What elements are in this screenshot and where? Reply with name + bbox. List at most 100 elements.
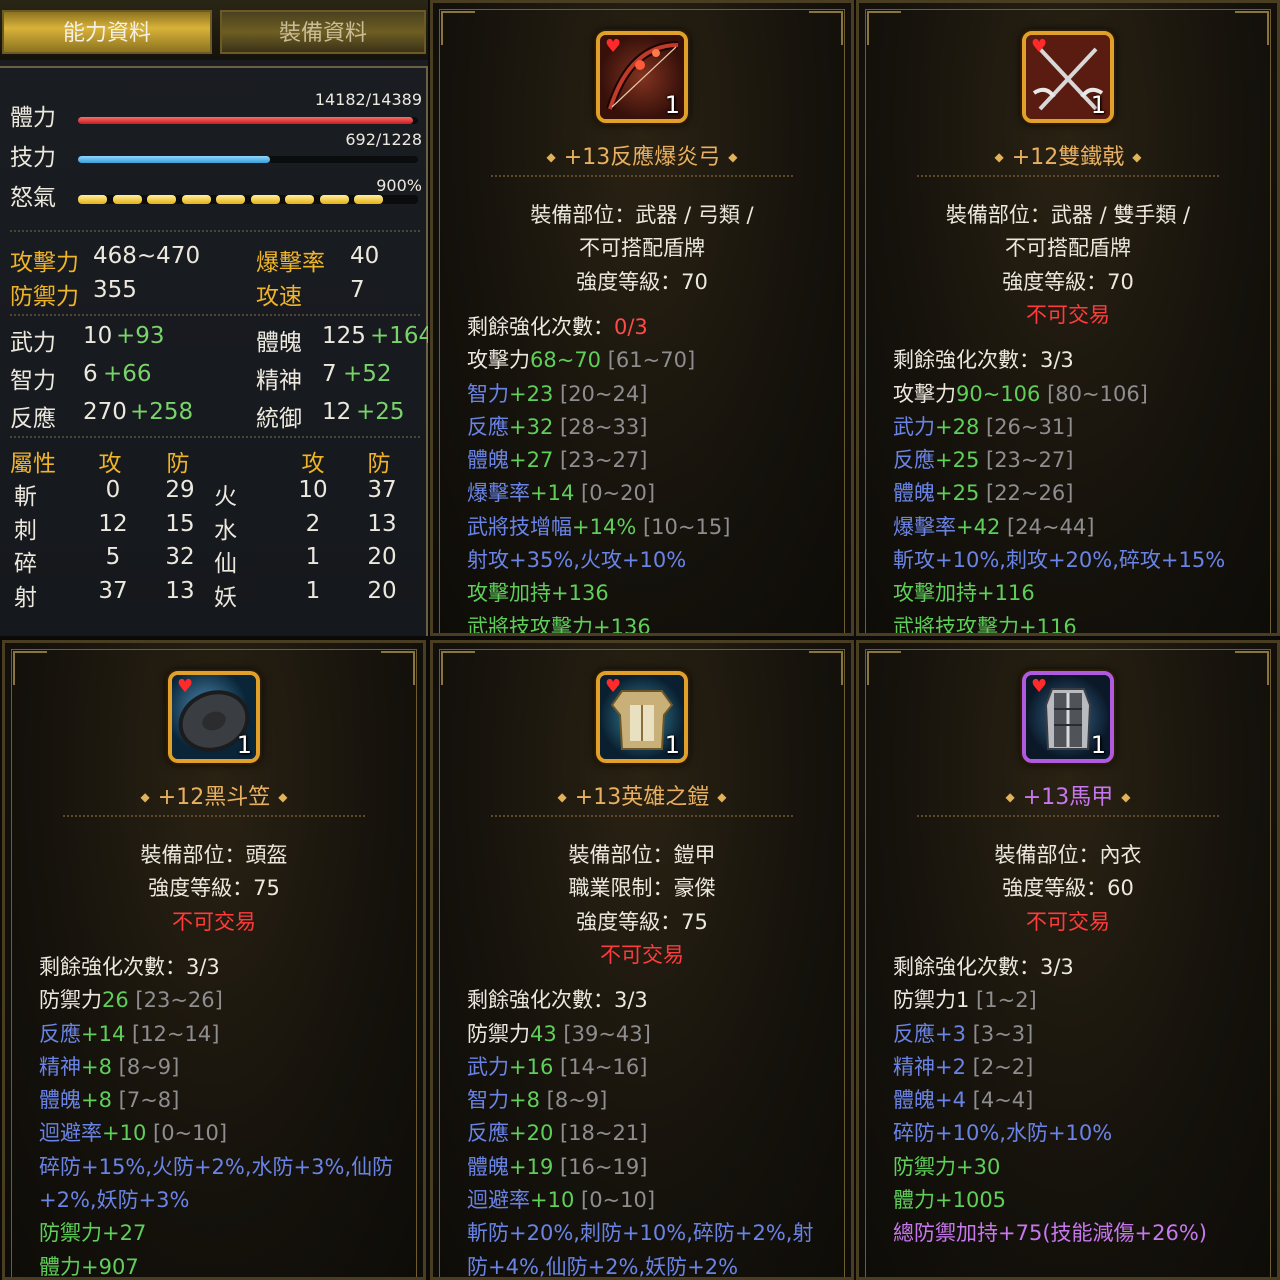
element-def: 20 [367,544,397,570]
element-name: 水 [214,517,237,544]
stat-line: 防禦力+30 [893,1151,1000,1181]
element-def: 29 [165,477,195,503]
element-def: 13 [165,577,195,604]
stat-line: 攻擊力68~70 [61~70] [467,344,695,374]
stat-line: 總防禦加持+75(技能減傷+26%) [893,1217,1207,1247]
stat-segment: +19 [509,1154,554,1179]
element-header-def: 防 [166,451,190,477]
stat-segment: 武將技攻擊力+136 [467,614,651,636]
stat-segment: +25 [935,481,980,506]
stat-segment: 智力 [467,381,509,406]
element-name: 斬 [14,484,37,510]
heart-icon: ♥ [177,676,194,697]
rage-segment [250,195,280,204]
rage-segment [181,195,211,204]
stat-segment: 體魄 [39,1088,81,1113]
stat-line: 武力+16 [14~16] [467,1051,647,1081]
stat-segment: 攻擊加持+116 [893,581,1035,606]
stat-line: 精神+8 [8~9] [39,1051,179,1081]
tab-equipment-info[interactable]: 裝備資料 [220,10,426,54]
element-header-atk: 攻 [301,451,325,477]
attack-label: 攻擊力 [10,250,79,276]
attr-bonus: +52 [343,361,392,387]
stat-segment: 體力+1005 [893,1188,1007,1212]
attack-value: 468~470 [93,243,201,269]
stat-line: 攻擊加持+136 [467,577,609,607]
mp-label: 技力 [10,145,56,171]
stat-line: 智力+8 [8~9] [467,1084,607,1114]
stat-segment: 斬防+20%,刺防+10%,碎防+2%,射 [467,1221,814,1246]
crit-label: 爆擊率 [256,250,325,276]
heart-icon: ♥ [605,36,622,57]
attr-label: 智力 [10,368,56,394]
stat-segment: 斬攻+10%,刺攻+20%,碎攻+15% [893,548,1226,572]
stat-segment: 武力 [893,414,935,439]
diamond-icon: ◆ [1132,150,1142,164]
divider [917,815,1219,817]
item-name: ◆ +13反應爆炎弓 ◆ [433,139,851,171]
item-card: ♥ 1 ◆ +13英雄之鎧 ◆ 裝備部位：鎧甲 職業限制：豪傑 強度等級：75 不可交易剩… [430,640,854,1280]
frame-corner [809,11,843,45]
rage-segment [319,195,349,204]
element-atk: 1 [305,577,321,604]
frame-corner [441,651,475,685]
stat-line: 防禦力26 [23~26] [39,984,223,1014]
rage-segment [216,195,245,204]
stat-line: 剩餘強化次數：3/3 [893,951,1074,981]
stat-line: 體魄+19 [16~19] [467,1151,647,1181]
element-atk: 0 [105,477,121,503]
item-slot[interactable]: ♥ 1 [596,671,688,763]
item-card: ♥ 1 ◆ +12黑斗笠 ◆ 裝備部位：頭盔 強度等級：75 不可交易 剩餘強化次數：3/… [2,640,426,1280]
rage-segment [78,195,107,204]
attr-label: 反應 [10,406,56,432]
stat-segment: +23 [509,381,554,406]
stat-segment: 剩餘強化次數： [467,314,614,339]
stat-segment: 碎防+10%,水防+10% [893,1121,1113,1146]
stat-line: 體魄+25 [22~26] [893,477,1073,507]
heart-icon: ♥ [605,676,622,697]
attr-bonus: +25 [356,399,405,425]
element-name: 妖 [214,584,237,611]
stat-segment: [8~9] [539,1088,608,1113]
hp-value: 14182/14389 [314,90,422,109]
stat-segment: +32 [509,414,554,439]
stat-segment: +25 [935,448,980,473]
stat-segment: 攻擊力 [467,348,530,373]
stat-line: 射攻+35%,火攻+10% [467,544,686,574]
rage-label: 怒氣 [10,185,56,211]
item-count: 1 [1090,731,1106,759]
item-info-line: 強度等級：70 [576,269,708,294]
stat-segment: +2%,妖防+3% [39,1188,190,1212]
stat-line: 斬攻+10%,刺攻+20%,碎攻+15% [893,544,1225,574]
stat-segment: [20~24] [553,381,648,406]
item-slot[interactable]: ♥ 1 [596,31,688,123]
item-slot[interactable]: ♥ 1 [1022,671,1114,763]
frame-corner [809,651,843,685]
rage-bar [78,195,418,204]
item-slot[interactable]: ♥ 1 [1022,31,1114,123]
diamond-icon: ◆ [728,150,738,164]
item-info-line: 裝備部位：頭盔 [140,843,288,867]
stat-segment: +8 [81,1088,112,1113]
divider [491,175,793,177]
item-info-line: 職業限制：豪傑 [568,876,716,901]
attr-base: 125 [322,323,366,349]
defense-value: 355 [93,277,137,303]
stat-line: 反應+14 [12~14] [39,1018,219,1048]
stat-line: 體魄+27 [23~27] [467,444,647,474]
mp-value: 692/1228 [345,130,422,149]
stat-segment: 防禦力+30 [893,1154,1001,1179]
item-card: ♥ 1 ◆ +12雙鐵戟 ◆ 裝備部位：武器 / 雙手類 / 不可搭配盾牌 強度等級：7… [856,0,1280,636]
rage-segment [388,195,418,204]
item-info-line: 不可交易 [172,909,256,934]
stat-segment: 反應 [893,1021,935,1046]
stat-segment: [22~26] [979,481,1074,506]
stat-segment: [12~14] [125,1021,220,1046]
stat-line: 爆擊率+42 [24~44] [893,511,1094,541]
diamond-icon: ◆ [717,790,727,804]
tab-ability-info[interactable]: 能力資料 [2,10,212,54]
item-slot[interactable]: ♥ 1 [168,671,260,763]
element-name: 仙 [214,551,237,577]
divider [491,815,793,817]
stat-segment: 武將技增幅 [467,514,572,539]
